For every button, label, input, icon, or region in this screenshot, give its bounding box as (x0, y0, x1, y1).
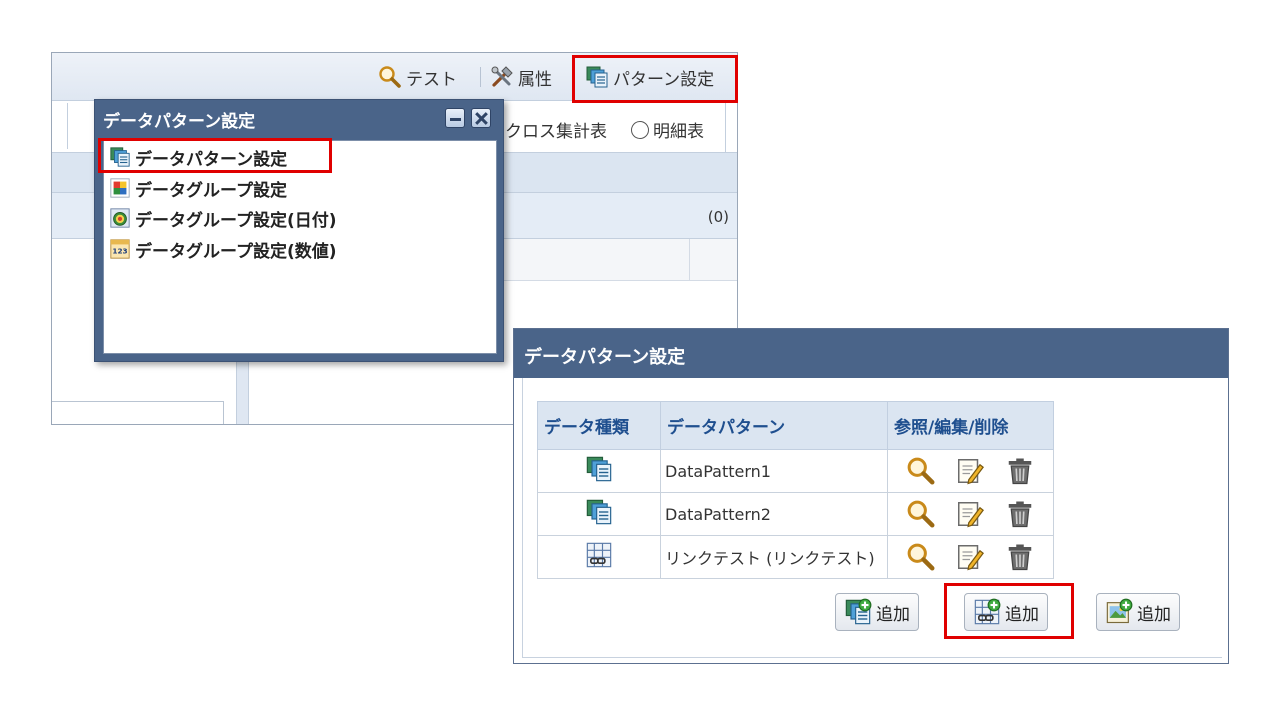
data-pattern-icon (585, 65, 609, 89)
data-pattern-popup: データパターン設定 データパターン設定 データグループ設定 データグループ設定(… (94, 99, 504, 362)
add-link-pattern-icon (973, 598, 1001, 626)
edit-icon (955, 542, 985, 572)
header-actions: 参照/編集/削除 (887, 401, 1054, 450)
toolbar-separator (480, 67, 481, 87)
dialog-title: データパターン設定 (524, 347, 686, 368)
view-button[interactable] (904, 540, 938, 574)
attribute-button[interactable]: 属性 (490, 65, 552, 90)
add-label: 追加 (1005, 604, 1039, 625)
table-row: DataPattern2 (537, 492, 1054, 536)
actions-cell (887, 449, 1054, 493)
cross-table-option[interactable]: クロス集計表 (505, 117, 607, 142)
pattern-settings-label: パターン設定 (613, 69, 715, 90)
trash-icon (1005, 456, 1035, 486)
row-divider (725, 101, 737, 153)
magnifier-icon (378, 65, 402, 89)
popup-menu: データパターン設定 データグループ設定 データグループ設定(日付) データグルー… (103, 140, 497, 354)
view-button[interactable] (904, 454, 938, 488)
menu-item-label: データグループ設定 (135, 180, 287, 201)
pattern-name: リンクテスト (リンクテスト) (660, 535, 888, 579)
delete-button[interactable] (1003, 497, 1037, 531)
add-label: 追加 (876, 604, 910, 625)
data-group-number-icon (109, 238, 131, 260)
menu-item-data-group-number[interactable]: データグループ設定(数値) (108, 236, 337, 262)
test-button[interactable]: テスト (378, 65, 457, 90)
menu-item-label: データグループ設定(日付) (135, 210, 337, 231)
detail-radio[interactable] (631, 120, 649, 139)
link-test-icon (585, 541, 613, 569)
dialog-title-bar: データパターン設定 (514, 329, 1228, 378)
magnifier-icon (906, 499, 936, 529)
minimize-button[interactable] (445, 108, 465, 128)
view-button[interactable] (904, 497, 938, 531)
item-count: (0) (707, 208, 729, 226)
header-data-kind: データ種類 (537, 401, 661, 450)
data-pattern-icon (585, 498, 613, 526)
trash-icon (1005, 499, 1035, 529)
tools-icon (490, 65, 514, 89)
popup-title: データパターン設定 (103, 112, 256, 132)
cross-table-label: クロス集計表 (505, 122, 607, 142)
menu-item-data-group[interactable]: データグループ設定 (108, 175, 287, 201)
toolbar-separator (572, 67, 573, 87)
table-header-row: データ種類 データパターン 参照/編集/削除 (537, 401, 1054, 450)
pattern-name: DataPattern2 (660, 492, 888, 536)
menu-item-data-group-date[interactable]: データグループ設定(日付) (108, 205, 337, 231)
add-data-pattern-button[interactable]: 追加 (835, 593, 919, 631)
trash-icon (1005, 542, 1035, 572)
menu-item-label: データパターン設定 (135, 149, 288, 170)
header-data-pattern: データパターン (660, 401, 888, 450)
actions-cell (887, 492, 1054, 536)
data-pattern-icon (109, 146, 131, 168)
left-panel-box (52, 401, 224, 424)
data-group-date-icon (109, 207, 131, 229)
test-label: テスト (406, 69, 457, 90)
menu-item-label: データグループ設定(数値) (135, 241, 337, 262)
pattern-settings-button[interactable]: パターン設定 (585, 65, 715, 90)
menu-item-data-pattern[interactable]: データパターン設定 (108, 144, 287, 170)
detail-table-option[interactable]: 明細表 (631, 117, 704, 142)
delete-button[interactable] (1003, 454, 1037, 488)
actions-cell (887, 535, 1054, 579)
row-divider (52, 103, 68, 149)
add-data-pattern-icon (844, 598, 872, 626)
add-label: 追加 (1137, 604, 1171, 625)
edit-icon (955, 456, 985, 486)
data-pattern-icon (585, 455, 613, 483)
edit-button[interactable] (953, 540, 987, 574)
close-button[interactable] (471, 108, 491, 128)
delete-button[interactable] (1003, 540, 1037, 574)
add-image-pattern-icon (1105, 598, 1133, 626)
add-link-pattern-button[interactable]: 追加 (964, 593, 1048, 631)
table-row: リンクテスト (リンクテスト) (537, 535, 1054, 579)
kind-cell (537, 492, 661, 536)
pattern-name: DataPattern1 (660, 449, 888, 493)
edit-button[interactable] (953, 454, 987, 488)
table-row: DataPattern1 (537, 449, 1054, 493)
kind-cell (537, 535, 661, 579)
magnifier-icon (906, 456, 936, 486)
attribute-label: 属性 (518, 69, 552, 90)
pattern-table: データ種類 データパターン 参照/編集/削除 DataPattern1 Data… (537, 401, 1054, 579)
magnifier-icon (906, 542, 936, 572)
edit-button[interactable] (953, 497, 987, 531)
kind-cell (537, 449, 661, 493)
detail-table-label: 明細表 (653, 122, 704, 142)
edit-icon (955, 499, 985, 529)
add-image-pattern-button[interactable]: 追加 (1096, 593, 1180, 631)
column-divider (689, 239, 690, 281)
data-group-icon (109, 177, 131, 199)
